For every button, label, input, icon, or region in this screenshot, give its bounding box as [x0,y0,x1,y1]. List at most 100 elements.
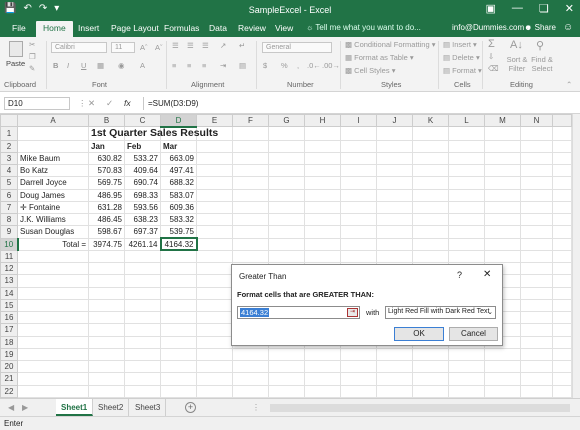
cell-h21[interactable] [304,372,341,386]
cell-l21[interactable] [448,372,485,386]
cell-f6[interactable] [232,188,269,202]
font-color-icon[interactable]: A [140,61,145,70]
cell-b5[interactable]: 569.75 [88,176,125,190]
cell-c12[interactable] [124,262,161,276]
cell-d11[interactable] [160,249,197,264]
accounting-format-button[interactable]: $ [263,61,267,70]
cell-filler[interactable] [552,213,572,227]
row-header-4[interactable]: 4 [0,164,18,178]
cell-n11[interactable] [520,249,553,264]
format-cells-button[interactable]: ▤ Format ▾ [443,66,482,75]
row-header-19[interactable]: 19 [0,347,18,362]
cell-filler[interactable] [552,139,572,153]
cell-b8[interactable]: 486.45 [88,213,125,227]
cell-c18[interactable] [124,335,161,349]
column-header-c[interactable]: C [124,113,161,128]
row-header-7[interactable]: 7 [0,200,18,215]
cell-d10[interactable]: 4164.32 [159,237,198,252]
account-menu[interactable]: info@Dummies.com ▾ [452,23,530,32]
formula-input[interactable]: =SUM(D3:D9) [143,97,575,110]
cell-b18[interactable] [88,335,125,349]
cell-g20[interactable] [268,360,305,374]
cell-h8[interactable] [304,213,341,227]
cell-g21[interactable] [268,372,305,386]
cell-h22[interactable] [304,384,341,399]
cell-styles-button[interactable]: ▩ Cell Styles ▾ [345,66,395,75]
cell-e2[interactable] [196,139,233,153]
horizontal-scrollbar[interactable] [270,404,570,412]
cell-h1[interactable] [304,126,341,141]
cell-filler[interactable] [552,360,572,374]
cell-c4[interactable]: 409.64 [124,164,161,178]
cell-k3[interactable] [412,151,449,166]
cell-c11[interactable] [124,249,161,264]
cell-b4[interactable]: 570.83 [88,164,125,178]
cell-n18[interactable] [520,335,553,349]
cell-h11[interactable] [304,249,341,264]
cell-a12[interactable] [17,262,89,276]
cell-k1[interactable] [412,126,449,141]
cell-i8[interactable] [340,213,377,227]
italic-button[interactable]: I [67,61,69,70]
column-header-e[interactable]: E [196,113,233,128]
row-header-17[interactable]: 17 [0,323,18,337]
cell-k8[interactable] [412,213,449,227]
row-header-3[interactable]: 3 [0,151,18,166]
cell-b16[interactable] [88,311,125,325]
row-header-9[interactable]: 9 [0,225,18,239]
cell-n8[interactable] [520,213,553,227]
cell-d2[interactable]: Mar [160,139,197,153]
cell-e10[interactable] [196,237,233,251]
cell-filler[interactable] [552,200,572,215]
cell-j1[interactable] [376,126,413,141]
cell-a19[interactable] [17,347,89,362]
cell-l9[interactable] [448,225,485,239]
column-header-h[interactable]: H [304,113,341,128]
cell-m19[interactable] [484,347,521,362]
cell-j3[interactable] [376,151,413,166]
cell-filler[interactable] [552,225,572,239]
cell-filler[interactable] [552,274,572,288]
name-box[interactable]: D10 [4,97,70,110]
cell-n22[interactable] [520,384,553,399]
cell-d15[interactable] [160,298,197,313]
bottom-align-icon[interactable]: ☰ [202,41,209,50]
tab-view[interactable]: View [275,23,293,33]
column-header-b[interactable]: B [88,113,125,128]
cell-d22[interactable] [160,384,197,399]
cell-f21[interactable] [232,372,269,386]
cell-c15[interactable] [124,298,161,313]
cell-g22[interactable] [268,384,305,399]
column-header-m[interactable]: M [484,113,521,128]
cell-b15[interactable] [88,298,125,313]
cell-j11[interactable] [376,249,413,264]
cell-a13[interactable] [17,274,89,288]
cell-a14[interactable] [17,286,89,300]
help-icon[interactable]: ? [457,270,462,280]
cell-k11[interactable] [412,249,449,264]
cell-e20[interactable] [196,360,233,374]
cell-l4[interactable] [448,164,485,178]
threshold-input[interactable]: 4164.32 [237,306,360,319]
cell-b22[interactable] [88,384,125,399]
cell-e8[interactable] [196,213,233,227]
cell-n6[interactable] [520,188,553,202]
cell-g5[interactable] [268,176,305,190]
cell-e12[interactable] [196,262,233,276]
cell-m2[interactable] [484,139,521,153]
cell-l20[interactable] [448,360,485,374]
cell-d5[interactable]: 688.32 [160,176,197,190]
cell-filler[interactable] [552,262,572,276]
row-header-10[interactable]: 10 [0,237,19,251]
cell-filler[interactable] [552,298,572,313]
cell-l3[interactable] [448,151,485,166]
cell-d19[interactable] [160,347,197,362]
cell-d20[interactable] [160,360,197,374]
autosum-icon[interactable]: Σ [488,38,495,50]
shrink-font-icon[interactable]: Aˇ [155,43,163,52]
cell-i21[interactable] [340,372,377,386]
find-select-button[interactable]: Find & Select [531,55,553,73]
row-header-8[interactable]: 8 [0,213,18,227]
cell-h5[interactable] [304,176,341,190]
cell-k19[interactable] [412,347,449,362]
